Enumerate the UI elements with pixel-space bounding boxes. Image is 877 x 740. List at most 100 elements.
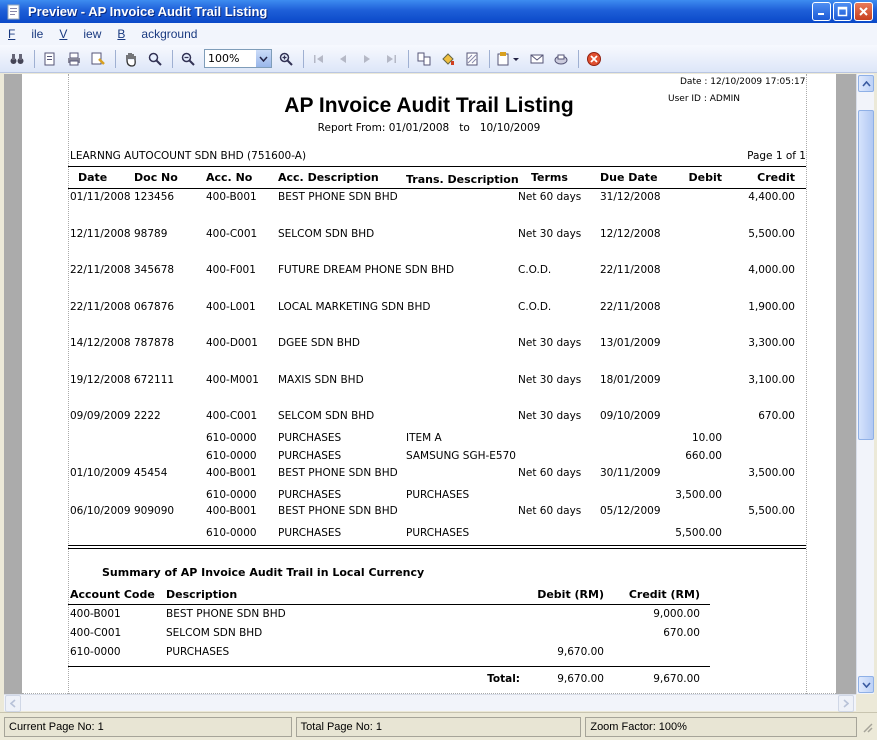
cell-doc-no: 45454	[134, 467, 168, 479]
menu-background[interactable]: Background	[117, 27, 197, 41]
summary-col-credit: Credit (RM)	[628, 588, 700, 601]
company-name: LEARNNG AUTOCOUNT SDN BHD (751600-A)	[70, 150, 307, 162]
resize-grip-icon[interactable]	[861, 721, 873, 733]
zoom-value: 100%	[208, 52, 240, 65]
hand-icon	[126, 52, 136, 67]
cell-due-date: 30/11/2009	[600, 467, 661, 479]
previous-page-button[interactable]	[332, 48, 354, 70]
cell-debit: 3,500.00	[675, 489, 722, 501]
find-button[interactable]	[6, 48, 28, 70]
email-button[interactable]	[526, 48, 548, 70]
binoculars-icon	[10, 53, 24, 64]
zoom-select[interactable]: 100%	[204, 49, 272, 68]
col-terms: Terms	[531, 171, 568, 184]
envelope-icon	[530, 54, 544, 63]
chevron-down-icon	[861, 681, 871, 688]
page-info: Page 1 of 1	[747, 150, 806, 162]
scroll-up-button[interactable]	[858, 75, 874, 92]
cell-acc-no: 400-C001	[206, 228, 258, 240]
maximize-icon	[837, 6, 848, 17]
color-button[interactable]	[437, 48, 459, 70]
cell-due-date: 31/12/2008	[600, 191, 661, 203]
menu-file[interactable]: File	[8, 27, 43, 41]
last-page-button[interactable]	[380, 48, 402, 70]
previous-page-icon	[340, 54, 346, 63]
toolbar-separator	[34, 49, 35, 68]
cell-due-date: 12/12/2008	[600, 228, 661, 240]
cell-due-date: 05/12/2009	[600, 505, 661, 517]
chevron-up-icon	[861, 80, 871, 87]
cell-due-date: 22/11/2008	[600, 264, 661, 276]
first-page-icon	[314, 54, 323, 63]
zoom-out-button[interactable]	[177, 48, 199, 70]
multiple-pages-button[interactable]	[413, 48, 435, 70]
cell-trans-desc: SAMSUNG SGH-E570	[406, 450, 516, 462]
cell-trans-desc: PURCHASES	[406, 527, 470, 539]
cell-acc-desc: LOCAL MARKETING SDN BHD	[278, 301, 431, 313]
watermark-button[interactable]	[461, 48, 483, 70]
cell-trans-desc: PURCHASES	[406, 489, 470, 501]
cell-acc-no: 400-C001	[206, 410, 258, 422]
cell-acc-desc: PURCHASES	[278, 432, 342, 444]
horizontal-scrollbar[interactable]	[4, 694, 856, 712]
next-page-button[interactable]	[356, 48, 378, 70]
cell-acc-no: 610-0000	[206, 432, 257, 444]
cell-credit: 5,500.00	[748, 505, 795, 517]
report-period: Report From: 01/01/2008 to 10/10/2009	[317, 122, 541, 134]
cell-doc-no: 909090	[134, 505, 175, 517]
minimize-button[interactable]	[812, 2, 831, 21]
cell-due-date: 22/11/2008	[600, 301, 661, 313]
detail-end-rule	[68, 548, 806, 549]
total-page-status: Total Page No: 1	[295, 716, 582, 737]
cell-terms: C.O.D.	[518, 301, 552, 313]
first-page-button[interactable]	[308, 48, 330, 70]
close-button[interactable]	[854, 2, 873, 21]
preview-viewport[interactable]: Date : 12/10/2009 17:05:17 User ID : ADM…	[4, 74, 856, 694]
print-button[interactable]	[63, 48, 85, 70]
summary-cell-desc: BEST PHONE SDN BHD	[166, 608, 286, 620]
chevron-right-icon	[843, 699, 849, 708]
vertical-scrollbar[interactable]	[856, 74, 874, 694]
magnifier-button[interactable]	[144, 48, 166, 70]
scroll-down-button[interactable]	[858, 676, 874, 693]
cell-acc-desc: SELCOM SDN BHD	[278, 228, 375, 240]
cell-acc-desc: DGEE SDN BHD	[278, 337, 360, 349]
close-preview-button[interactable]	[583, 48, 605, 70]
cell-acc-no: 610-0000	[206, 527, 257, 539]
margin-guide	[806, 74, 807, 694]
zoom-in-button[interactable]	[275, 48, 297, 70]
cell-terms: Net 30 days	[518, 337, 582, 349]
margin-guide	[68, 74, 69, 694]
chevron-down-icon[interactable]	[256, 50, 271, 67]
summary-total-rule	[68, 666, 710, 667]
cell-credit: 3,300.00	[748, 337, 795, 349]
document-icon	[554, 54, 568, 64]
header-rule	[68, 166, 806, 167]
title-bar: Preview - AP Invoice Audit Trail Listing	[0, 0, 877, 23]
cell-debit: 10.00	[691, 432, 722, 444]
close-icon	[587, 51, 601, 66]
chevron-left-icon	[10, 699, 16, 708]
menu-view[interactable]: View	[59, 27, 101, 41]
cell-acc-no: 400-F001	[206, 264, 256, 276]
page-setup-button[interactable]	[39, 48, 61, 70]
minimize-icon	[818, 13, 824, 15]
cell-terms: Net 60 days	[518, 467, 582, 479]
cell-credit: 670.00	[758, 410, 795, 422]
cell-date: 06/10/2009	[70, 505, 131, 517]
status-bar: Current Page No: 1 Total Page No: 1 Zoom…	[0, 712, 877, 740]
print-options-button[interactable]	[87, 48, 109, 70]
scroll-right-button[interactable]	[838, 695, 854, 712]
summary-cell-code: 400-B001	[70, 608, 121, 620]
cell-acc-desc: MAXIS SDN BHD	[278, 374, 364, 386]
toolbar-separator	[115, 49, 116, 68]
toolbar: 100%	[0, 45, 877, 73]
vertical-scroll-thumb[interactable]	[858, 110, 874, 440]
scroll-left-button[interactable]	[5, 695, 21, 712]
hand-tool-button[interactable]	[120, 48, 142, 70]
maximize-button[interactable]	[833, 2, 852, 21]
multiple-pages-icon	[417, 52, 431, 65]
export-button[interactable]	[494, 48, 524, 70]
cell-acc-no: 610-0000	[206, 489, 257, 501]
save-document-button[interactable]	[550, 48, 572, 70]
